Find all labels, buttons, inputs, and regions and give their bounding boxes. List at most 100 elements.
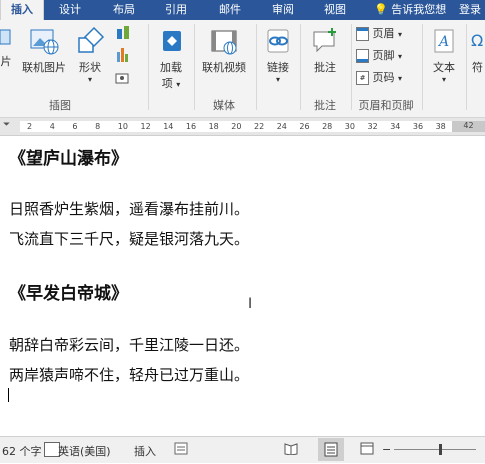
ruler-tick: 18 <box>208 122 219 131</box>
page-number-icon: # <box>356 71 369 85</box>
tab-design[interactable]: 设计 <box>50 0 90 20</box>
link-label: 链接 <box>267 61 289 74</box>
zoom-out-button[interactable]: − <box>382 443 391 456</box>
text-label: 文本 <box>433 61 455 74</box>
chevron-down-icon: ▾ <box>87 75 92 84</box>
ruler-tick: 20 <box>231 122 242 131</box>
ruler-tick: 2 <box>27 122 33 131</box>
ruler-tick: 26 <box>299 122 310 131</box>
tell-me-search[interactable]: 💡 告诉我您想 <box>374 0 446 20</box>
print-layout-button[interactable] <box>318 438 344 461</box>
ruler-tick: 32 <box>367 122 378 131</box>
zoom-slider-thumb[interactable] <box>439 444 442 455</box>
ruler-tick: 8 <box>95 122 101 131</box>
web-layout-icon[interactable] <box>360 442 374 455</box>
tab-view[interactable]: 视图 <box>315 0 355 20</box>
group-media: 媒体 <box>213 99 235 112</box>
svg-text:Ω: Ω <box>471 31 483 50</box>
shapes-button[interactable]: 形状 ▾ <box>74 26 106 84</box>
footer-icon <box>356 49 369 63</box>
store-icon <box>163 31 181 51</box>
indent-marker-icon[interactable]: ⏷ <box>3 120 10 130</box>
header-icon <box>356 27 369 41</box>
shapes-label: 形状 <box>79 61 101 74</box>
addins-button[interactable]: 加载 项 ▾ <box>154 26 188 91</box>
tab-mailings[interactable]: 邮件 <box>210 0 250 20</box>
group-divider <box>148 24 149 110</box>
svg-text:A: A <box>437 34 449 50</box>
text-cursor <box>8 388 9 402</box>
macro-record-icon[interactable] <box>174 442 188 455</box>
textbox-icon: A <box>434 29 454 53</box>
comment-button[interactable]: 批注 <box>306 26 344 75</box>
footer-button[interactable]: 页脚 ▾ <box>356 47 418 63</box>
group-divider <box>351 24 352 110</box>
picture-icon <box>0 29 11 45</box>
group-header-footer: 页眉和页脚 <box>358 99 414 112</box>
link-icon <box>267 29 289 53</box>
symbol-button-partial[interactable]: Ω 符 <box>470 26 485 75</box>
ruler-tick: 10 <box>117 122 128 131</box>
ruler-tick: 36 <box>412 122 424 131</box>
page-number-button[interactable]: # 页码 ▾ <box>356 69 418 85</box>
chevron-down-icon: ▾ <box>398 30 403 39</box>
ruler-tick: 4 <box>49 122 55 131</box>
horizontal-ruler[interactable]: ⏷ 2 4 6 8 10 12 14 16 18 20 22 24 26 28 30 32 34 36 38 42 <box>0 118 485 136</box>
ruler-tick: 22 <box>254 122 265 131</box>
chart-icons <box>115 26 129 84</box>
film-icon <box>211 30 237 55</box>
chevron-down-icon: ▾ <box>398 52 403 61</box>
ruler-tick: 24 <box>276 122 287 131</box>
online-pictures-button[interactable]: 联机图片 <box>18 26 70 75</box>
poem-title-1: 《望庐山瀑布》 <box>9 149 128 169</box>
poem-title-2: 《早发白帝城》 <box>9 284 128 304</box>
group-divider <box>194 24 195 110</box>
status-bar: 62 个字 英语(美国) 插入 − <box>0 436 485 463</box>
ribbon-tab-bar: 插入 设计 布局 引用 邮件 审阅 视图 💡 告诉我您想 登录 <box>0 0 485 20</box>
shapes-icon <box>78 26 105 53</box>
group-divider <box>466 24 467 110</box>
link-button[interactable]: 链接 ▾ <box>262 26 294 84</box>
chevron-down-icon: ▾ <box>398 74 403 83</box>
header-button[interactable]: 页眉 ▾ <box>356 25 418 41</box>
ruler-tick: 34 <box>390 122 401 131</box>
insert-mode[interactable]: 插入 <box>134 443 156 459</box>
word-count[interactable]: 62 个字 <box>2 443 42 459</box>
lightbulb-icon: 💡 <box>374 3 388 16</box>
group-comments: 批注 <box>314 99 336 112</box>
addins-label: 加载 <box>160 61 182 74</box>
online-video-label: 联机视频 <box>202 61 246 74</box>
addins-label-2: 项 ▾ <box>161 77 181 90</box>
group-illustrations: 插图 <box>49 99 71 112</box>
chevron-down-icon: ▾ <box>275 75 280 84</box>
tab-references[interactable]: 引用 <box>156 0 196 20</box>
poem-line: 朝辞白帝彩云间，千里江陵一日还。 <box>9 336 250 354</box>
group-divider <box>300 24 301 110</box>
online-pictures-label: 联机图片 <box>22 61 66 74</box>
signin-link[interactable]: 登录 <box>459 0 481 19</box>
poem-line: 飞流直下三千尺，疑是银河落九天。 <box>9 230 250 248</box>
online-video-button[interactable]: 联机视频 <box>198 26 250 75</box>
read-mode-icon[interactable] <box>284 442 298 456</box>
online-pictures-icon <box>30 29 59 55</box>
ribbon-panel: 片 联机图片 形状 ▾ 插图 加载 项 ▾ 联机视频 媒体 链接 ▾ 批注 批注… <box>0 20 485 118</box>
poem-line: 日照香炉生紫烟，遥看瀑布挂前川。 <box>9 200 250 218</box>
comment-icon <box>313 28 336 53</box>
tell-me-text: 告诉我您想 <box>391 3 447 16</box>
zoom-slider[interactable] <box>394 449 476 450</box>
language-indicator[interactable]: 英语(美国) <box>58 443 111 459</box>
tab-review[interactable]: 审阅 <box>263 0 303 20</box>
pictures-button-partial[interactable]: 片 <box>0 26 12 69</box>
chevron-down-icon: ▾ <box>441 75 446 84</box>
tab-layout[interactable]: 布局 <box>104 0 144 20</box>
ruler-tick: 30 <box>344 122 355 131</box>
ibeam-cursor-icon: I <box>248 296 253 312</box>
smartart-chart-column <box>112 24 136 97</box>
group-divider <box>422 24 423 110</box>
ruler-tick: 28 <box>322 122 333 131</box>
ruler-tick: 38 <box>435 122 446 131</box>
document-page[interactable]: 《望庐山瀑布》 日照香炉生紫烟，遥看瀑布挂前川。 飞流直下三千尺，疑是银河落九天… <box>0 136 485 435</box>
ruler-tick: 14 <box>163 122 174 131</box>
text-button[interactable]: A 文本 ▾ <box>426 26 462 84</box>
tab-insert[interactable]: 插入 <box>0 0 44 20</box>
